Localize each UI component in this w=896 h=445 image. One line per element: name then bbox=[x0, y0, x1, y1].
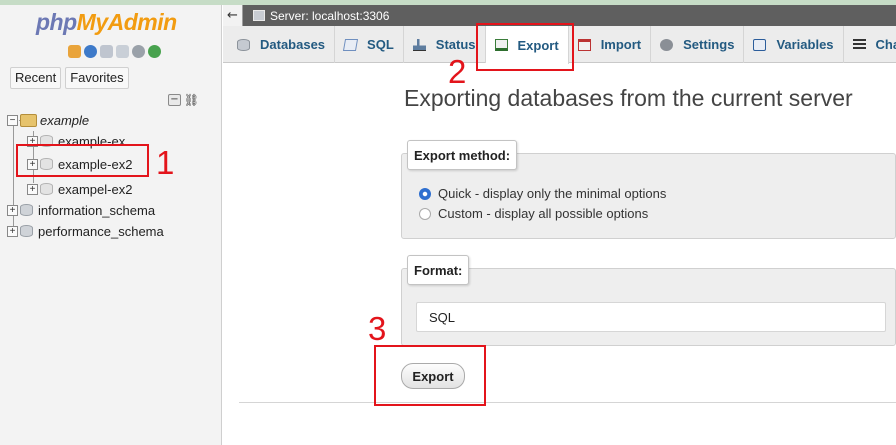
tab-label: Import bbox=[600, 37, 642, 52]
format-select[interactable]: SQL bbox=[416, 302, 886, 332]
divider bbox=[239, 402, 896, 403]
back-arrow-icon[interactable]: ← bbox=[223, 5, 243, 26]
tab-label: Status bbox=[435, 37, 476, 52]
tree-item-label: information_schema bbox=[38, 202, 156, 218]
page-title: Exporting databases from the current ser… bbox=[404, 85, 853, 111]
main-panel: ← Server: localhost:3306 Databases SQL S… bbox=[223, 5, 896, 445]
server-icon bbox=[253, 10, 265, 21]
variables-icon bbox=[753, 38, 767, 51]
tree-item-label: performance_schema bbox=[38, 223, 164, 239]
annotation-box-3 bbox=[374, 345, 486, 406]
export-method-fieldset: Export method: Quick - display only the … bbox=[401, 140, 896, 239]
tab-import[interactable]: Import bbox=[569, 26, 652, 63]
logo-php: php bbox=[36, 9, 77, 35]
radio-quick-row[interactable]: Quick - display only the minimal options bbox=[419, 186, 666, 201]
database-icon bbox=[237, 38, 250, 51]
tree-controls: − ⛓ bbox=[168, 94, 199, 106]
tab-databases[interactable]: Databases bbox=[223, 26, 336, 63]
database-icon bbox=[40, 183, 53, 195]
phpmyadmin-window: phpMyAdmin Recent Favorites − ⛓ − exampl… bbox=[0, 0, 896, 445]
annotation-number-3: 3 bbox=[368, 310, 387, 347]
tree-item-performance-schema[interactable]: + performance_schema bbox=[7, 222, 164, 240]
tree-item-label: exampel-ex2 bbox=[58, 181, 133, 197]
import-icon bbox=[577, 38, 591, 51]
tree-item-example[interactable]: − example bbox=[7, 111, 89, 129]
documentation-icon[interactable] bbox=[100, 45, 113, 58]
collapse-all-icon[interactable]: − bbox=[168, 94, 181, 106]
recent-favorites-tabs: Recent Favorites bbox=[10, 67, 129, 89]
recent-button[interactable]: Recent bbox=[10, 67, 62, 89]
sql-icon bbox=[342, 38, 359, 51]
tab-variables[interactable]: Variables bbox=[744, 26, 844, 63]
radio-custom[interactable] bbox=[419, 207, 431, 220]
tab-charsets[interactable]: Cha bbox=[844, 26, 896, 63]
reload-icon[interactable] bbox=[148, 45, 161, 58]
gear-icon[interactable] bbox=[132, 45, 145, 58]
tree-item-label: example bbox=[40, 112, 90, 128]
database-icon bbox=[20, 225, 33, 237]
tab-label: Databases bbox=[260, 37, 326, 52]
database-group-icon bbox=[20, 113, 37, 127]
tab-label: Variables bbox=[776, 37, 834, 52]
annotation-number-1: 1 bbox=[156, 144, 175, 181]
favorites-button[interactable]: Favorites bbox=[65, 67, 129, 89]
tab-label: Cha bbox=[875, 37, 896, 52]
database-icon bbox=[20, 204, 33, 216]
tab-label: Settings bbox=[683, 37, 735, 52]
radio-custom-row[interactable]: Custom - display all possible options bbox=[419, 206, 648, 221]
annotation-box-2 bbox=[476, 23, 574, 71]
tab-label: SQL bbox=[367, 37, 394, 52]
copy-icon[interactable] bbox=[116, 45, 129, 58]
link-icon[interactable]: ⛓ bbox=[184, 94, 199, 106]
tab-status[interactable]: Status bbox=[404, 26, 486, 63]
expand-icon[interactable]: + bbox=[7, 225, 18, 237]
tab-sql[interactable]: SQL bbox=[335, 26, 404, 63]
settings-icon bbox=[660, 38, 674, 51]
tree-item-information-schema[interactable]: + information_schema bbox=[7, 201, 155, 219]
charsets-icon bbox=[852, 38, 866, 51]
radio-quick-label: Quick - display only the minimal options bbox=[438, 186, 667, 201]
phpmyadmin-logo[interactable]: phpMyAdmin bbox=[36, 9, 177, 36]
export-method-legend: Export method: bbox=[407, 140, 518, 170]
expand-icon[interactable]: + bbox=[27, 183, 38, 195]
tree-item-exampel-ex2[interactable]: + exampel-ex2 bbox=[27, 180, 132, 198]
status-icon bbox=[412, 38, 426, 51]
logo-myadmin: MyAdmin bbox=[76, 9, 178, 35]
annotation-number-2: 2 bbox=[448, 53, 467, 90]
navigation-sidebar: phpMyAdmin Recent Favorites − ⛓ − exampl… bbox=[0, 5, 222, 445]
tab-settings[interactable]: Settings bbox=[651, 26, 745, 63]
quick-links bbox=[68, 45, 161, 58]
radio-quick[interactable] bbox=[419, 187, 431, 200]
format-legend: Format: bbox=[407, 255, 470, 285]
collapse-icon[interactable]: − bbox=[7, 114, 18, 126]
annotation-box-1 bbox=[16, 144, 149, 177]
format-fieldset: Format: SQL bbox=[401, 255, 896, 346]
home-icon[interactable] bbox=[68, 45, 81, 58]
help-icon[interactable] bbox=[84, 45, 97, 58]
radio-custom-label: Custom - display all possible options bbox=[438, 206, 649, 221]
expand-icon[interactable]: + bbox=[7, 204, 18, 216]
server-label[interactable]: Server: localhost:3306 bbox=[270, 9, 389, 23]
